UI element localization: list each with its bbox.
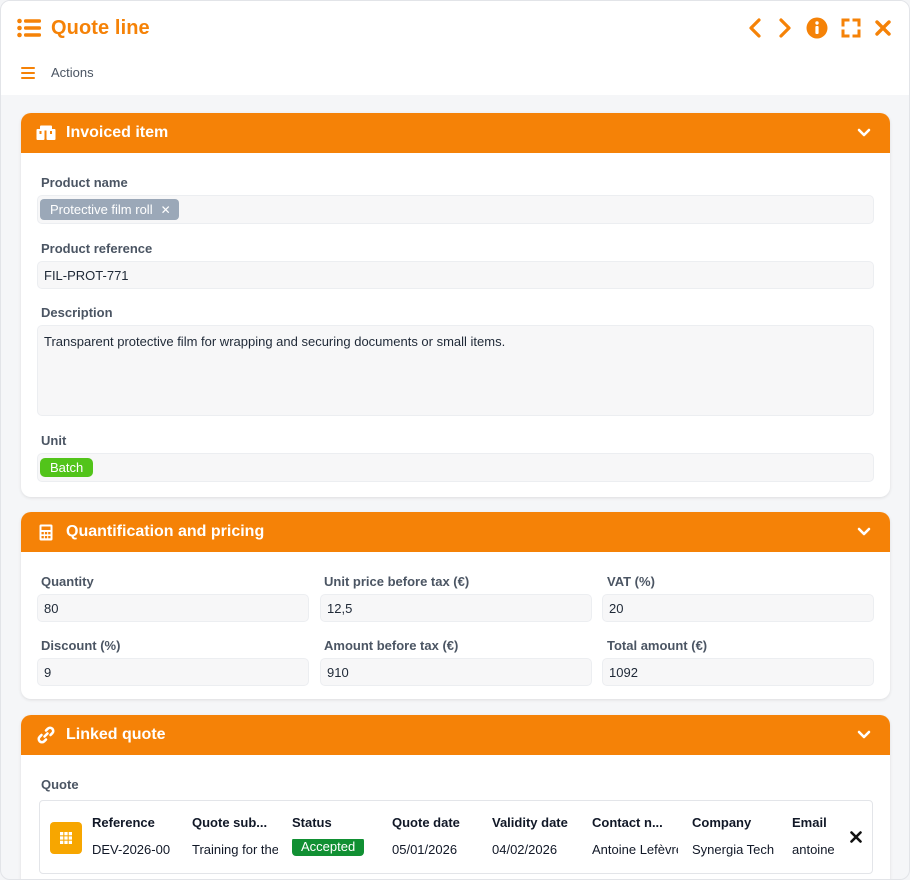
unit-field[interactable]: Batch — [37, 453, 874, 482]
actions-menu[interactable]: Actions — [21, 65, 94, 80]
quote-col-status: Status Accepted — [292, 815, 378, 856]
invoiced-item-header[interactable]: Invoiced item — [21, 113, 890, 153]
column-header: Reference — [92, 815, 155, 830]
quote-col-company: Company Synergia Tech — [692, 815, 778, 857]
total-label: Total amount (€) — [607, 638, 708, 653]
panel-title: Linked quote — [66, 726, 166, 743]
quote-col-contact: Contact n... Antoine Lefèvre — [592, 815, 678, 857]
window-actions — [745, 16, 893, 40]
column-header: Quote date — [392, 815, 460, 830]
column-value: Training for the — [192, 842, 278, 857]
list-icon — [17, 16, 41, 40]
column-value: Antoine Lefèvre — [592, 842, 678, 857]
unit-price-label: Unit price before tax (€) — [324, 574, 470, 589]
quote-col-subject: Quote sub... Training for the — [192, 815, 278, 857]
unit-price-field[interactable]: 12,5 — [320, 594, 592, 622]
column-header: Email — [792, 815, 827, 830]
page-title: Quote line — [51, 16, 150, 39]
amount-field: 910 — [320, 658, 592, 686]
quote-col-reference: Reference DEV-2026-00 — [92, 815, 178, 857]
quote-label: Quote — [41, 777, 79, 792]
remove-chip-icon[interactable]: ✕ — [161, 203, 171, 217]
column-value: 04/02/2026 — [492, 842, 558, 857]
title-row: Quote line — [17, 13, 893, 43]
column-header: Contact n... — [592, 815, 663, 830]
pricing-header[interactable]: Quantification and pricing — [21, 512, 890, 552]
quantity-field[interactable]: 80 — [37, 594, 309, 622]
menu-icon[interactable] — [21, 66, 35, 79]
amount-label: Amount before tax (€) — [324, 638, 459, 653]
top-bar: Quote line Actions — [1, 1, 909, 95]
chevron-right-icon[interactable] — [775, 16, 795, 40]
status-cell: Accepted — [292, 839, 378, 856]
quote-col-validity-date: Validity date 04/02/2026 — [492, 815, 578, 857]
quantity-label: Quantity — [41, 574, 94, 589]
info-icon[interactable] — [805, 16, 829, 40]
column-value: antoine — [792, 842, 835, 857]
vat-field[interactable]: 20 — [602, 594, 874, 622]
panel-title: Quantification and pricing — [66, 523, 265, 540]
close-icon[interactable] — [873, 16, 893, 40]
linked-quote-header[interactable]: Linked quote — [21, 715, 890, 755]
product-name-label: Product name — [41, 175, 128, 190]
linked-quote-panel: Linked quote Quote Reference DEV-2026-00… — [21, 715, 890, 879]
link-icon — [36, 725, 56, 745]
description-field[interactable]: Transparent protective film for wrapping… — [37, 325, 874, 416]
fullscreen-icon[interactable] — [839, 16, 863, 40]
discount-label: Discount (%) — [41, 638, 121, 653]
quote-line-window: Quote line Actions Invoiced item Product… — [0, 0, 910, 880]
panel-title: Invoiced item — [66, 124, 169, 141]
pricing-panel: Quantification and pricing Quantity 80 U… — [21, 512, 890, 699]
chevron-left-icon[interactable] — [745, 16, 765, 40]
column-header: Validity date — [492, 815, 568, 830]
discount-field[interactable]: 9 — [37, 658, 309, 686]
unit-label: Unit — [41, 433, 67, 448]
column-value: Synergia Tech — [692, 842, 775, 857]
product-name-field[interactable]: Protective film roll ✕ — [37, 195, 874, 224]
chevron-down-icon[interactable] — [856, 727, 872, 743]
chevron-down-icon[interactable] — [856, 125, 872, 141]
description-label: Description — [41, 305, 113, 320]
product-reference-field[interactable]: FIL-PROT-771 — [37, 261, 874, 289]
total-field: 1092 — [602, 658, 874, 686]
actions-label[interactable]: Actions — [51, 65, 94, 80]
status-badge: Accepted — [292, 839, 365, 856]
column-header: Status — [292, 815, 332, 830]
product-reference-label: Product reference — [41, 241, 153, 256]
unit-chip[interactable]: Batch — [40, 458, 94, 477]
product-chip-label: Protective film roll — [50, 202, 153, 217]
product-chip[interactable]: Protective film roll ✕ — [40, 199, 179, 220]
column-header: Quote sub... — [192, 815, 268, 830]
quote-col-quote-date: Quote date 05/01/2026 — [392, 815, 478, 857]
vat-label: VAT (%) — [607, 574, 655, 589]
column-header: Company — [692, 815, 752, 830]
column-value: DEV-2026-00 — [92, 842, 171, 857]
linked-quote-card[interactable]: Reference DEV-2026-00 Quote sub... Train… — [39, 800, 873, 874]
quote-col-email: Email antoine — [792, 815, 838, 857]
boxes-icon — [36, 123, 56, 143]
calculator-icon — [36, 522, 56, 542]
chevron-down-icon[interactable] — [856, 524, 872, 540]
grid-icon — [50, 822, 82, 854]
column-value: 05/01/2026 — [392, 842, 458, 857]
unlink-close-icon[interactable] — [848, 829, 864, 845]
invoiced-item-panel: Invoiced item Product name Protective fi… — [21, 113, 890, 497]
